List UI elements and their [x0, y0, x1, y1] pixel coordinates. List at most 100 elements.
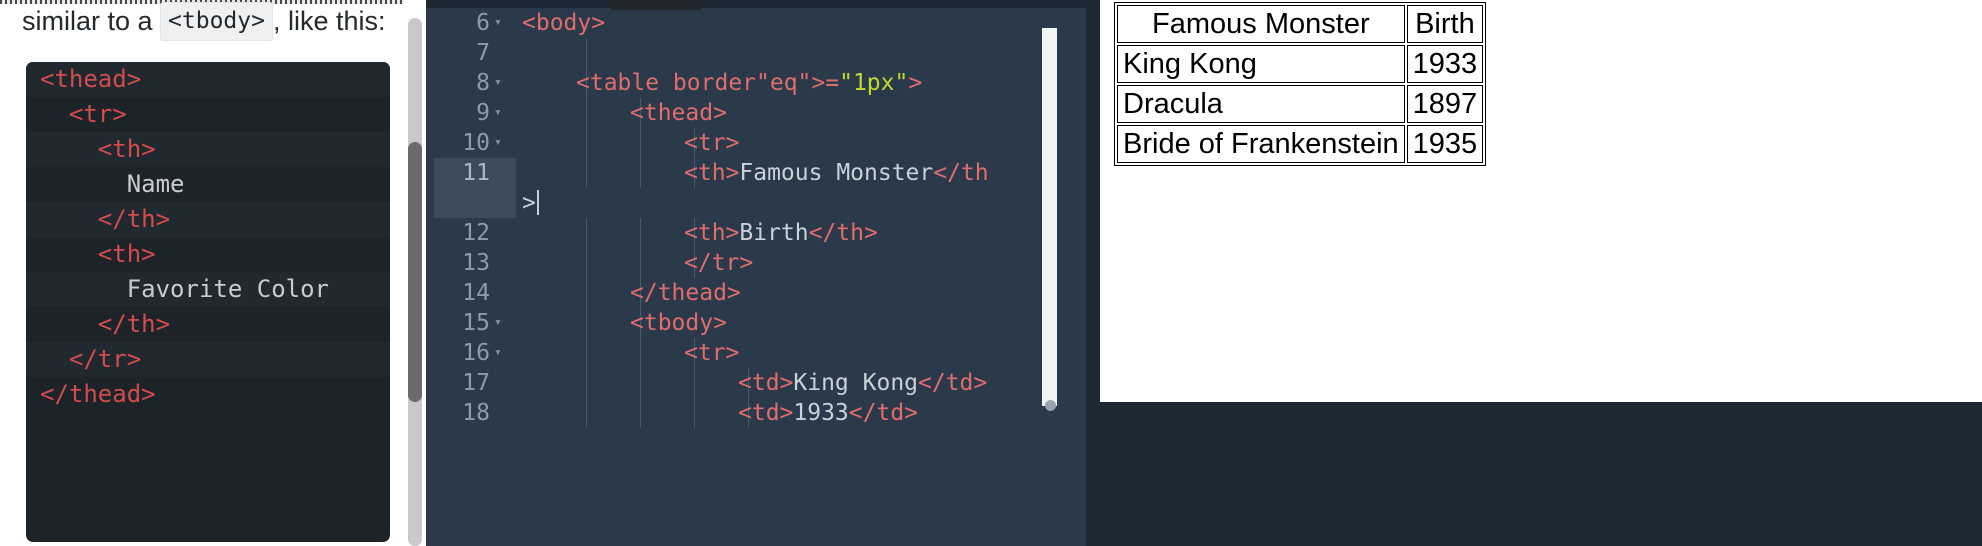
editor-code-text[interactable]: <thead> — [630, 98, 727, 128]
code-sample-line: <thead> — [26, 62, 390, 97]
rendered-table-cell: 1897 — [1406, 85, 1484, 123]
indent-guide — [586, 308, 587, 338]
editor-line[interactable]: 16 ▾ <tr> — [426, 338, 1100, 368]
rendered-monster-table: Famous Monster Birth King Kong 1933 Dracula… — [1114, 2, 1487, 166]
article-code-sample: <thead> <tr> <th> Name </th> <th> Favori… — [26, 62, 390, 542]
editor-code-text[interactable]: <th>Famous Monster</th — [684, 158, 989, 188]
screenshot-root: similar to a <tbody>, like this: <thead>… — [0, 0, 1982, 546]
indent-guide — [586, 338, 587, 368]
editor-line-wrapped[interactable]: > — [426, 188, 1100, 218]
code-editor-pane[interactable]: 6 ▾ <body> 7 8 ▾ <table border"eq">="1px"> 9 ▾ <t… — [426, 0, 1100, 546]
editor-line[interactable]: 18 <td>1933</td> — [426, 398, 1100, 428]
indent-guide — [640, 248, 641, 278]
editor-line[interactable]: 8 ▾ <table border"eq">="1px"> — [426, 68, 1100, 98]
editor-code-text[interactable]: <tr> — [684, 338, 739, 368]
indent-guide — [640, 128, 641, 158]
indent-guide — [586, 278, 587, 308]
rendered-table-cell: 1933 — [1406, 45, 1484, 83]
editor-line-number: 18 — [462, 400, 490, 426]
code-sample-line: </thead> — [40, 380, 156, 408]
indent-guide — [640, 158, 641, 188]
editor-code-text[interactable]: <table border"eq">="1px"> — [576, 68, 922, 98]
rendered-table-row: Dracula 1897 — [1117, 85, 1484, 123]
code-sample-line: <th> — [40, 240, 156, 268]
editor-scroll-marker — [1045, 400, 1056, 411]
editor-line[interactable]: 15 ▾ <tbody> — [426, 308, 1100, 338]
chevron-down-icon[interactable]: ▾ — [494, 98, 508, 128]
editor-line[interactable]: 14 </thead> — [426, 278, 1100, 308]
editor-line-number: 17 — [462, 370, 490, 396]
rendered-table-cell: Bride of Frankenstein — [1117, 125, 1405, 163]
rendered-header-row: Famous Monster Birth — [1117, 5, 1484, 43]
editor-line-number: 13 — [462, 250, 490, 276]
editor-scrollbar-thumb[interactable] — [1042, 28, 1057, 406]
rendered-table-body: King Kong 1933 Dracula 1897 Bride of Franken… — [1117, 45, 1484, 163]
rendered-table-row: King Kong 1933 — [1117, 45, 1484, 83]
editor-code-text[interactable]: <td>King Kong</td> — [738, 368, 987, 398]
editor-line-number: 7 — [476, 40, 490, 66]
indent-guide — [586, 368, 587, 398]
rendered-table-cell: King Kong — [1117, 45, 1405, 83]
indent-guide — [586, 218, 587, 248]
rendered-table-header-cell: Birth — [1406, 5, 1484, 43]
editor-bottom-chrome — [1086, 402, 1982, 546]
editor-line-number: 12 — [462, 220, 490, 246]
editor-line[interactable]: 7 — [426, 38, 1100, 68]
editor-line-number — [426, 188, 516, 218]
indent-guide — [694, 398, 695, 428]
editor-code-text[interactable]: <tr> — [684, 128, 739, 158]
code-sample-line: Favorite Color — [26, 272, 390, 307]
editor-line[interactable]: 11 <th>Famous Monster</th — [426, 158, 1100, 188]
indent-guide — [640, 338, 641, 368]
inline-code-tbody: <tbody> — [160, 2, 273, 41]
editor-code-text[interactable]: <td>1933</td> — [738, 398, 918, 428]
indent-guide — [586, 158, 587, 188]
editor-code-text[interactable]: <body> — [522, 8, 605, 38]
indent-guide — [640, 398, 641, 428]
article-paragraph: similar to a <tbody>, like this: — [22, 2, 402, 41]
indent-guide — [586, 128, 587, 158]
chevron-down-icon[interactable]: ▾ — [494, 338, 508, 368]
code-sample-line: Name — [26, 167, 390, 202]
rendered-table-cell: Dracula — [1117, 85, 1405, 123]
editor-line[interactable]: 13 </tr> — [426, 248, 1100, 278]
editor-code-text[interactable]: <th>Birth</th> — [684, 218, 878, 248]
indent-guide — [640, 218, 641, 248]
rendered-table-row: Bride of Frankenstein 1935 — [1117, 125, 1484, 163]
editor-line[interactable]: 6 ▾ <body> — [426, 8, 1100, 38]
editor-top-chrome — [426, 0, 1100, 8]
text-cursor — [536, 190, 539, 215]
indent-guide — [586, 248, 587, 278]
editor-code-text[interactable]: > — [522, 188, 539, 218]
indent-guide — [586, 398, 587, 428]
editor-code-text[interactable]: </tr> — [684, 248, 753, 278]
article-scrollbar[interactable] — [404, 0, 426, 546]
paragraph-lead-text: similar to a — [22, 6, 153, 36]
chevron-down-icon[interactable]: ▾ — [494, 308, 508, 338]
editor-code-text[interactable]: </thead> — [630, 278, 741, 308]
article-scrollbar-thumb[interactable] — [408, 142, 422, 402]
editor-line-number: 14 — [462, 280, 490, 306]
code-sample-line: </th> — [26, 202, 390, 237]
editor-line[interactable]: 9 ▾ <thead> — [426, 98, 1100, 128]
indent-guide — [694, 368, 695, 398]
editor-scrollbar[interactable] — [1038, 28, 1060, 428]
editor-code-text[interactable]: <tbody> — [630, 308, 727, 338]
browser-preview-pane: Famous Monster Birth King Kong 1933 Dracula… — [1100, 0, 1982, 402]
indent-guide — [586, 38, 587, 68]
editor-line[interactable]: 12 <th>Birth</th> — [426, 218, 1100, 248]
editor-line-list[interactable]: 6 ▾ <body> 7 8 ▾ <table border"eq">="1px"> 9 ▾ <t… — [426, 8, 1100, 428]
chevron-down-icon[interactable]: ▾ — [494, 8, 508, 38]
code-sample-line: </tr> — [26, 342, 390, 377]
indent-guide — [586, 98, 587, 128]
code-sample-text: Favorite Color — [40, 275, 329, 303]
code-sample-line: <th> — [26, 132, 390, 167]
paragraph-tail-text: , like this: — [272, 6, 386, 36]
rendered-table-cell: 1935 — [1406, 125, 1484, 163]
chevron-down-icon[interactable]: ▾ — [494, 68, 508, 98]
editor-line[interactable]: 17 <td>King Kong</td> — [426, 368, 1100, 398]
chevron-down-icon[interactable]: ▾ — [494, 128, 508, 158]
rendered-table-header-cell: Famous Monster — [1117, 5, 1405, 43]
code-sample-line: </th> — [40, 310, 171, 338]
editor-line[interactable]: 10 ▾ <tr> — [426, 128, 1100, 158]
